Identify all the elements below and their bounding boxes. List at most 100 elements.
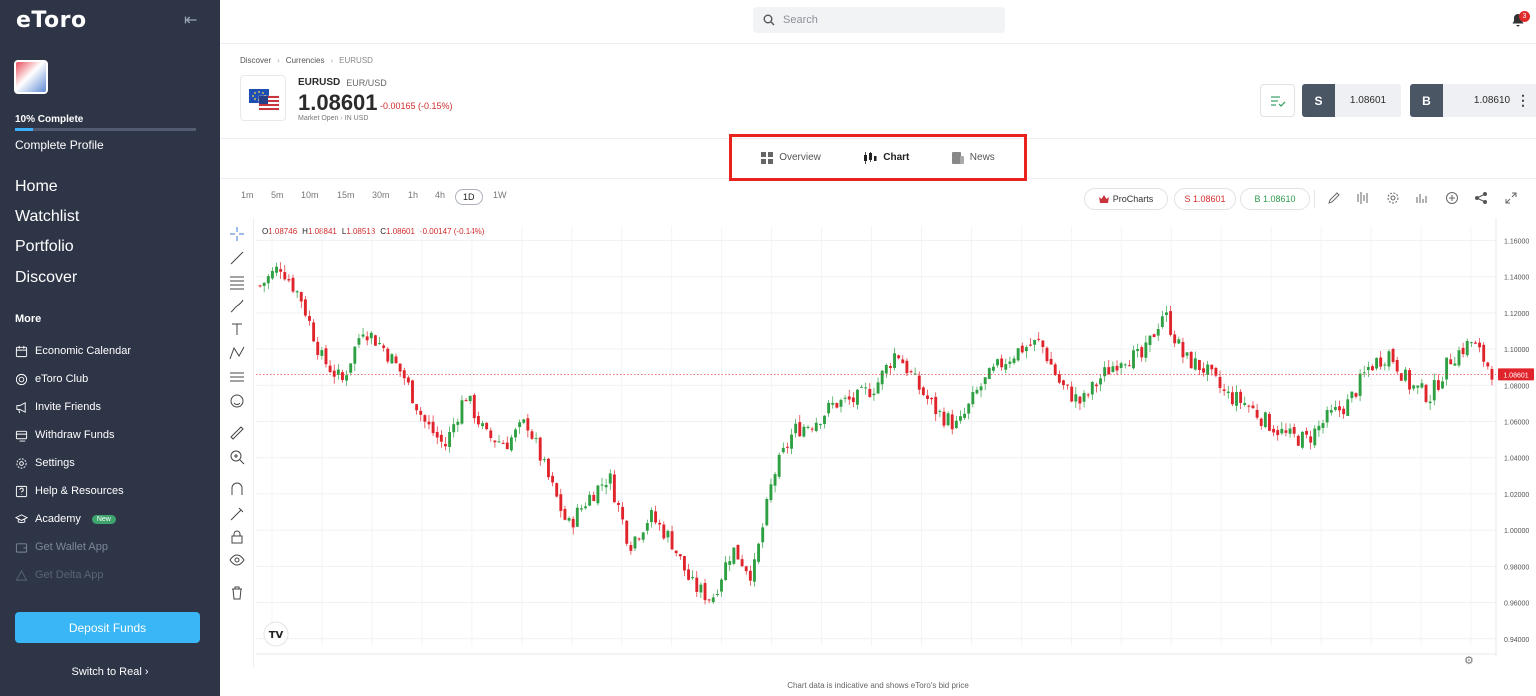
candle-body xyxy=(1185,352,1189,356)
candle-body xyxy=(415,404,419,411)
switch-to-real-link[interactable]: Switch to Real › xyxy=(0,666,220,678)
candle-body xyxy=(419,410,423,415)
timeframe-15m[interactable]: 15m xyxy=(337,190,355,200)
chart-settings-icon[interactable]: ⚙ xyxy=(1464,654,1474,667)
timeframe-5m[interactable]: 5m xyxy=(271,190,284,200)
candle-body xyxy=(909,371,913,373)
candle-body xyxy=(959,416,962,421)
candle-body xyxy=(687,569,690,580)
candle-body xyxy=(1465,341,1469,356)
candle-body xyxy=(1313,428,1317,446)
chart-sell-button[interactable]: S 1.08601 xyxy=(1174,188,1236,210)
watchlist-button[interactable] xyxy=(1260,84,1295,117)
timeframe-4h[interactable]: 4h xyxy=(435,190,445,200)
pencil-icon[interactable] xyxy=(1327,191,1341,205)
nav-portfolio[interactable]: Portfolio xyxy=(15,238,74,256)
candle-body xyxy=(1445,357,1449,380)
ruler-icon[interactable] xyxy=(229,425,245,441)
profile-progress-bar xyxy=(15,128,196,131)
candle-body xyxy=(1321,423,1325,428)
candle-body xyxy=(823,415,826,424)
nav-home[interactable]: Home xyxy=(15,178,58,196)
chart-buy-button[interactable]: B 1.08610 xyxy=(1240,188,1310,210)
procharts-button[interactable]: ProCharts xyxy=(1084,188,1168,210)
candle-body xyxy=(612,474,616,503)
menu-invite-friends[interactable]: Invite Friends xyxy=(15,399,101,415)
breadcrumb-currencies[interactable]: Currencies xyxy=(286,56,325,65)
candle-body xyxy=(493,440,497,443)
nav-watchlist[interactable]: Watchlist xyxy=(15,208,79,226)
lock-drawing-icon[interactable] xyxy=(229,506,245,522)
compare-add-icon[interactable] xyxy=(1445,191,1459,205)
settings-icon[interactable] xyxy=(1386,191,1400,205)
candle-body xyxy=(691,577,695,579)
more-options-icon[interactable]: ⋮ xyxy=(1516,92,1530,109)
candle-body xyxy=(332,370,336,377)
nav-discover[interactable]: Discover xyxy=(15,269,77,287)
withdraw-icon xyxy=(15,430,28,442)
candle-body xyxy=(1140,347,1144,358)
menu-settings[interactable]: Settings xyxy=(15,455,75,471)
candle-body xyxy=(431,421,435,434)
menu-get-wallet-app[interactable]: Get Wallet App xyxy=(15,539,108,555)
timeframe-10m[interactable]: 10m xyxy=(301,190,319,200)
eye-icon[interactable] xyxy=(229,552,245,568)
timeframe-1w[interactable]: 1W xyxy=(493,190,507,200)
chart-type-icon[interactable] xyxy=(1415,191,1429,205)
price-chart[interactable]: 1.16000 1.14000 1.12000 1.10000 1.08000 1.060… xyxy=(256,218,1536,656)
timeframe-1d[interactable]: 1D xyxy=(455,189,483,205)
text-icon[interactable] xyxy=(229,321,245,337)
candle-body xyxy=(617,502,620,505)
fullscreen-icon[interactable] xyxy=(1504,191,1518,205)
crosshair-icon[interactable] xyxy=(229,226,245,242)
brush-icon[interactable] xyxy=(229,298,245,314)
tab-chart[interactable]: Chart xyxy=(863,151,909,164)
menu-academy[interactable]: Academy New xyxy=(15,511,116,527)
timeframe-30m[interactable]: 30m xyxy=(372,190,390,200)
search-input[interactable]: Search xyxy=(753,7,1005,33)
trash-icon[interactable] xyxy=(229,585,245,601)
emoji-icon[interactable] xyxy=(229,393,245,409)
candle-body xyxy=(901,359,905,364)
measure-icon[interactable] xyxy=(229,369,245,385)
candle-body xyxy=(1090,381,1094,395)
menu-get-delta-app[interactable]: Get Delta App xyxy=(15,567,104,583)
sell-button[interactable]: S 1.08601 xyxy=(1302,84,1401,117)
candle-body xyxy=(1478,342,1482,348)
candle-body xyxy=(1255,409,1259,418)
pattern-icon[interactable] xyxy=(229,345,245,361)
fib-icon[interactable] xyxy=(229,274,245,290)
etoro-logo[interactable]: eToro xyxy=(16,8,87,33)
candle-body xyxy=(967,403,971,414)
menu-etoro-club[interactable]: eToro Club xyxy=(15,371,88,387)
candle-body xyxy=(938,410,942,412)
candle-body xyxy=(930,397,934,400)
avatar[interactable] xyxy=(14,60,48,94)
candle-body xyxy=(279,269,283,272)
deposit-funds-button[interactable]: Deposit Funds xyxy=(15,612,200,643)
timeframe-1m[interactable]: 1m xyxy=(241,190,254,200)
complete-profile-link[interactable]: Complete Profile xyxy=(15,138,104,152)
menu-economic-calendar[interactable]: Economic Calendar xyxy=(15,343,131,359)
timeframe-1h[interactable]: 1h xyxy=(408,190,418,200)
breadcrumb-discover[interactable]: Discover xyxy=(240,56,271,65)
candle-body xyxy=(373,335,377,346)
collapse-sidebar-icon[interactable]: ⇤ xyxy=(184,10,202,29)
candle-body xyxy=(1461,347,1465,355)
candle-body xyxy=(1486,362,1490,367)
zoom-icon[interactable] xyxy=(229,449,245,465)
share-icon[interactable] xyxy=(1474,191,1488,205)
menu-help-resources[interactable]: Help & Resources xyxy=(15,483,124,499)
trendline-icon[interactable] xyxy=(229,250,245,266)
candle-body xyxy=(963,413,967,418)
candle-body xyxy=(1457,350,1461,366)
lock-icon[interactable] xyxy=(229,529,245,545)
tab-overview[interactable]: Overview xyxy=(761,151,821,164)
tab-news[interactable]: News xyxy=(951,151,995,164)
magnet-icon[interactable] xyxy=(229,481,245,497)
menu-withdraw-funds[interactable]: Withdraw Funds xyxy=(15,427,114,443)
candle-body xyxy=(1371,366,1374,371)
profile-progress-label: 10% Complete xyxy=(15,114,84,125)
indicators-icon[interactable] xyxy=(1356,191,1370,205)
candle-body xyxy=(1251,405,1255,409)
